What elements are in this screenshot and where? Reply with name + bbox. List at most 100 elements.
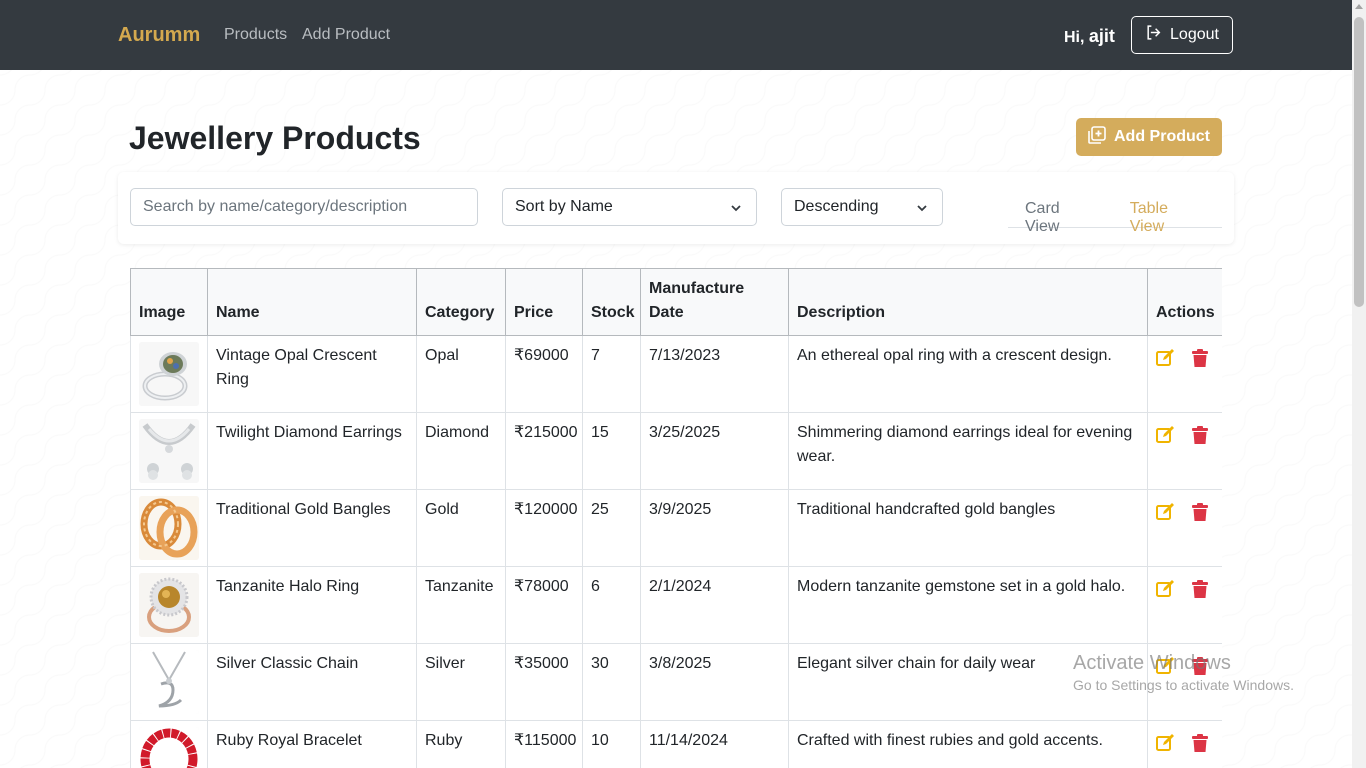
product-date: 3/25/2025 bbox=[640, 412, 789, 490]
product-stock: 15 bbox=[582, 412, 641, 490]
greeting-prefix: Hi, bbox=[1064, 29, 1085, 46]
product-price: ₹78000 bbox=[505, 566, 583, 644]
edit-icon[interactable] bbox=[1156, 348, 1176, 368]
product-stock: 25 bbox=[582, 489, 641, 567]
image-cell bbox=[130, 566, 208, 644]
column-header: Actions bbox=[1147, 268, 1222, 336]
trash-icon[interactable] bbox=[1190, 733, 1210, 753]
column-header: Name bbox=[207, 268, 417, 336]
product-image[interactable] bbox=[139, 419, 199, 483]
activation-watermark-title: Activate Windows bbox=[1073, 652, 1231, 674]
logout-label: Logout bbox=[1170, 26, 1219, 43]
edit-icon[interactable] bbox=[1156, 425, 1176, 445]
trash-icon[interactable] bbox=[1190, 425, 1210, 445]
table-row: Twilight Diamond Earrings Diamond ₹21500… bbox=[130, 412, 1222, 490]
actions-cell bbox=[1147, 489, 1222, 567]
view-tabs: Card View Table View bbox=[1008, 188, 1222, 235]
product-stock: 10 bbox=[582, 720, 641, 768]
chevron-down-icon bbox=[730, 201, 742, 219]
product-price: ₹115000 bbox=[505, 720, 583, 768]
add-square-icon bbox=[1088, 125, 1106, 149]
product-date: 3/9/2025 bbox=[640, 489, 789, 567]
product-date: 11/14/2024 bbox=[640, 720, 789, 768]
product-price: ₹35000 bbox=[505, 643, 583, 721]
product-description: Crafted with finest rubies and gold acce… bbox=[788, 720, 1148, 768]
column-header: Stock bbox=[582, 268, 641, 336]
image-cell bbox=[130, 489, 208, 567]
activation-watermark-subtitle: Go to Settings to activate Windows. bbox=[1073, 677, 1294, 693]
image-cell bbox=[130, 335, 208, 413]
nav-link-products[interactable]: Products bbox=[224, 26, 287, 44]
filter-bar: Sort by Name Descending Card View Table … bbox=[118, 172, 1234, 244]
product-category: Tanzanite bbox=[416, 566, 506, 644]
scroll-up-arrow-icon[interactable] bbox=[1355, 4, 1363, 9]
column-header: Price bbox=[505, 268, 583, 336]
logout-button[interactable]: Logout bbox=[1131, 16, 1233, 54]
product-date: 7/13/2023 bbox=[640, 335, 789, 413]
products-table-container: Image Name Category Price Stock Manufact… bbox=[130, 268, 1222, 768]
order-value: Descending bbox=[794, 198, 879, 215]
product-category: Silver bbox=[416, 643, 506, 721]
column-header: Manufacture Date bbox=[640, 268, 789, 336]
actions-cell bbox=[1147, 412, 1222, 490]
edit-icon[interactable] bbox=[1156, 502, 1176, 522]
product-image[interactable] bbox=[139, 496, 199, 560]
actions-cell bbox=[1147, 566, 1222, 644]
scroll-thumb[interactable] bbox=[1354, 17, 1364, 307]
column-header: Category bbox=[416, 268, 506, 336]
product-image[interactable] bbox=[139, 573, 199, 637]
image-cell bbox=[130, 643, 208, 721]
product-image[interactable] bbox=[139, 650, 199, 714]
product-category: Ruby bbox=[416, 720, 506, 768]
product-date: 2/1/2024 bbox=[640, 566, 789, 644]
add-product-button[interactable]: Add Product bbox=[1076, 118, 1222, 156]
product-description: Traditional handcrafted gold bangles bbox=[788, 489, 1148, 567]
table-row: Ruby Royal Bracelet Ruby ₹115000 10 11/1… bbox=[130, 720, 1222, 768]
username: ajit bbox=[1088, 26, 1115, 46]
product-name: Silver Classic Chain bbox=[207, 643, 417, 721]
product-description: Modern tanzanite gemstone set in a gold … bbox=[788, 566, 1148, 644]
page-scrollbar[interactable] bbox=[1352, 0, 1366, 768]
sort-by-value: Sort by Name bbox=[515, 198, 613, 215]
actions-cell bbox=[1147, 720, 1222, 768]
product-stock: 6 bbox=[582, 566, 641, 644]
product-name: Ruby Royal Bracelet bbox=[207, 720, 417, 768]
product-image[interactable] bbox=[139, 342, 199, 406]
product-image[interactable] bbox=[139, 727, 199, 768]
product-price: ₹120000 bbox=[505, 489, 583, 567]
navbar: Aurumm Products Add Product Hi, ajit Log… bbox=[0, 0, 1352, 70]
column-header: Image bbox=[130, 268, 208, 336]
image-cell bbox=[130, 720, 208, 768]
tab-table-view[interactable]: Table View bbox=[1114, 188, 1222, 235]
trash-icon[interactable] bbox=[1190, 579, 1210, 599]
product-description: Shimmering diamond earrings ideal for ev… bbox=[788, 412, 1148, 490]
chevron-down-icon bbox=[916, 201, 928, 219]
product-category: Gold bbox=[416, 489, 506, 567]
order-select[interactable]: Descending bbox=[781, 188, 943, 226]
search-input[interactable] bbox=[130, 188, 478, 226]
product-date: 3/8/2025 bbox=[640, 643, 789, 721]
table-row: Silver Classic Chain Silver ₹35000 30 3/… bbox=[130, 643, 1222, 721]
edit-icon[interactable] bbox=[1156, 579, 1176, 599]
tab-card-view[interactable]: Card View bbox=[1008, 188, 1114, 235]
sort-by-select[interactable]: Sort by Name bbox=[502, 188, 757, 226]
product-stock: 7 bbox=[582, 335, 641, 413]
table-header-row: Image Name Category Price Stock Manufact… bbox=[130, 268, 1222, 336]
actions-cell bbox=[1147, 335, 1222, 413]
product-stock: 30 bbox=[582, 643, 641, 721]
product-name: Traditional Gold Bangles bbox=[207, 489, 417, 567]
edit-icon[interactable] bbox=[1156, 733, 1176, 753]
trash-icon[interactable] bbox=[1190, 502, 1210, 522]
logout-icon bbox=[1145, 24, 1162, 46]
product-name: Twilight Diamond Earrings bbox=[207, 412, 417, 490]
product-category: Opal bbox=[416, 335, 506, 413]
trash-icon[interactable] bbox=[1190, 348, 1210, 368]
user-greeting: Hi, ajit bbox=[1064, 26, 1115, 47]
page-title: Jewellery Products bbox=[129, 120, 421, 156]
image-cell bbox=[130, 412, 208, 490]
nav-link-add-product[interactable]: Add Product bbox=[302, 26, 390, 44]
column-header: Description bbox=[788, 268, 1148, 336]
products-table: Image Name Category Price Stock Manufact… bbox=[130, 268, 1222, 768]
brand-logo[interactable]: Aurumm bbox=[118, 24, 200, 47]
table-row: Traditional Gold Bangles Gold ₹120000 25… bbox=[130, 489, 1222, 567]
